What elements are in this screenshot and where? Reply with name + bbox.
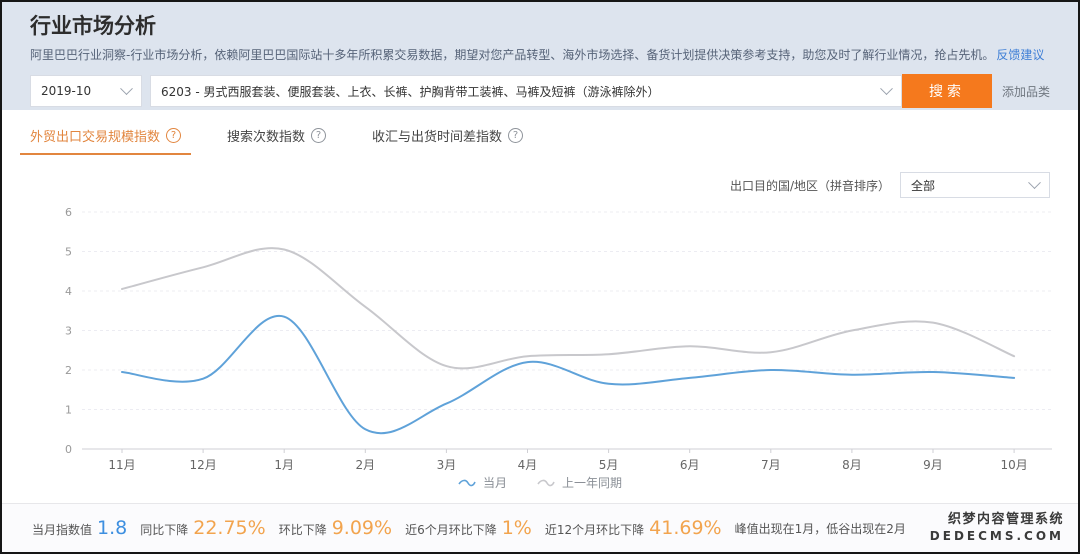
search-button[interactable]: 搜索	[901, 74, 992, 109]
tab-0[interactable]: 外贸出口交易规模指数?	[19, 110, 192, 160]
chevron-down-icon	[880, 81, 893, 95]
search-row: 2019-10 6203 - 男式西服套装、便服套装、上衣、长裤、护胸背带工装裤…	[30, 74, 1050, 109]
tab-label: 收汇与出货时间差指数	[372, 129, 503, 145]
feedback-link[interactable]: 反馈建议	[996, 48, 1044, 62]
tab-label: 搜索次数指数	[227, 129, 306, 145]
x-axis-tick-label: 6月	[680, 458, 700, 472]
date-select[interactable]: 2019-10	[30, 75, 142, 108]
x-axis-tick-label: 3月	[437, 458, 457, 472]
y-axis-tick-label: 2	[65, 364, 72, 377]
x-axis-tick-label: 2月	[355, 458, 375, 472]
stat-value: 22.75%	[193, 516, 266, 539]
trade-index-line-chart: 0 1 2 3 4 5 6 11月 12月 1月 2月 3月 4月 5月 6月 7月 8月 9月 10月	[65, 206, 1052, 472]
region-select-value: 全部	[911, 178, 936, 193]
x-axis-tick-label: 7月	[761, 458, 781, 472]
question-circle-icon[interactable]: ?	[166, 127, 182, 143]
legend-item-当月[interactable]: 当月	[458, 474, 507, 491]
page-subtitle: 阿里巴巴行业洞察-行业市场分析，依赖阿里巴巴国际站十多年所积累交易数据，期望对您…	[30, 46, 1050, 63]
category-select[interactable]: 6203 - 男式西服套装、便服套装、上衣、长裤、护胸背带工装裤、马裤及短裤（游…	[150, 75, 902, 108]
stat-label: 同比下降	[140, 522, 189, 537]
page-header: 行业市场分析 阿里巴巴行业洞察-行业市场分析，依赖阿里巴巴国际站十多年所积累交易…	[2, 2, 1078, 110]
x-axis-tick-label: 10月	[1000, 458, 1027, 472]
series-line-当月	[121, 314, 1016, 435]
stat-value: 1%	[501, 516, 532, 539]
legend-item-上一年同期[interactable]: 上一年同期	[537, 474, 622, 491]
y-axis-tick-label: 5	[65, 246, 72, 259]
y-axis-tick-label: 4	[65, 285, 72, 298]
watermark: 织梦内容管理系统 DEDECMS.COM	[930, 512, 1064, 543]
chevron-down-icon	[120, 81, 133, 95]
stat-item-5: 峰值出现在1月，低谷出现在2月	[735, 520, 906, 537]
tab-1[interactable]: 搜索次数指数?	[227, 110, 327, 160]
legend-label: 当月	[482, 476, 507, 490]
y-axis-tick-label: 1	[65, 404, 72, 417]
chart-legend: 当月 上一年同期	[2, 474, 1078, 491]
y-axis-tick-label: 3	[65, 325, 72, 338]
series-line-上一年同期	[121, 247, 1016, 370]
watermark-line1: 织梦内容管理系统	[947, 512, 1064, 528]
stat-item-2: 环比下降 9.09%	[278, 516, 393, 539]
stat-item-4: 近12个月环比下降 41.69%	[544, 516, 722, 539]
legend-label: 上一年同期	[562, 476, 623, 490]
chart-panel: 出口目的国/地区（拼音排序） 全部 0 1 2 3 4 5 6 11月 12月 1月 2月 3月 4月 5…	[2, 160, 1078, 503]
stat-value: 41.69%	[649, 516, 722, 539]
index-tabs: 外贸出口交易规模指数? 搜索次数指数? 收汇与出货时间差指数?	[2, 110, 1078, 160]
stat-item-3: 近6个月环比下降 1%	[405, 516, 532, 539]
stats-bar: 当月指数值 1.8 同比下降 22.75% 环比下降 9.09% 近6个月环比下降 1% 近12…	[2, 503, 1078, 552]
stat-value: 1.8	[97, 516, 128, 539]
x-axis-tick-label: 8月	[842, 458, 862, 472]
question-circle-icon[interactable]: ?	[508, 127, 524, 143]
x-axis-tick-label: 5月	[599, 458, 619, 472]
region-filter-label: 出口目的国/地区（拼音排序）	[729, 178, 890, 193]
category-select-value: 6203 - 男式西服套装、便服套装、上衣、长裤、护胸背带工装裤、马裤及短裤（游…	[161, 84, 660, 99]
page-title: 行业市场分析	[30, 14, 156, 38]
x-axis-tick-label: 11月	[108, 458, 135, 472]
x-axis-tick-label: 4月	[518, 458, 538, 472]
stat-label: 近12个月环比下降	[544, 522, 645, 537]
stat-label: 峰值出现在1月，低谷出现在2月	[734, 521, 906, 536]
wave-line-icon	[537, 479, 555, 486]
add-category-link[interactable]: 添加品类	[1002, 83, 1050, 100]
x-axis-tick-label: 12月	[189, 458, 216, 472]
question-circle-icon[interactable]: ?	[311, 127, 327, 143]
wave-line-icon	[458, 479, 476, 486]
tab-2[interactable]: 收汇与出货时间差指数?	[372, 110, 524, 160]
y-axis-tick-label: 6	[65, 206, 72, 219]
stat-item-0: 当月指数值 1.8	[32, 516, 128, 539]
date-select-value: 2019-10	[41, 84, 92, 99]
stat-label: 近6个月环比下降	[405, 522, 497, 537]
industry-market-analysis-page: 行业市场分析 阿里巴巴行业洞察-行业市场分析，依赖阿里巴巴国际站十多年所积累交易…	[0, 0, 1080, 554]
chevron-down-icon	[1028, 175, 1041, 189]
chart-controls: 出口目的国/地区（拼音排序） 全部	[2, 160, 1078, 200]
y-axis-tick-label: 0	[65, 443, 72, 456]
x-axis-tick-label: 9月	[923, 458, 943, 472]
stat-label: 当月指数值	[32, 522, 93, 537]
stat-label: 环比下降	[278, 522, 327, 537]
region-select[interactable]: 全部	[900, 172, 1050, 198]
stat-value: 9.09%	[331, 516, 393, 539]
stat-item-1: 同比下降 22.75%	[140, 516, 266, 539]
watermark-line2: DEDECMS.COM	[929, 528, 1064, 543]
subtitle-text: 阿里巴巴行业洞察-行业市场分析，依赖阿里巴巴国际站十多年所积累交易数据，期望对您…	[30, 48, 995, 63]
tab-label: 外贸出口交易规模指数	[30, 129, 161, 145]
x-axis-tick-label: 1月	[274, 458, 294, 472]
